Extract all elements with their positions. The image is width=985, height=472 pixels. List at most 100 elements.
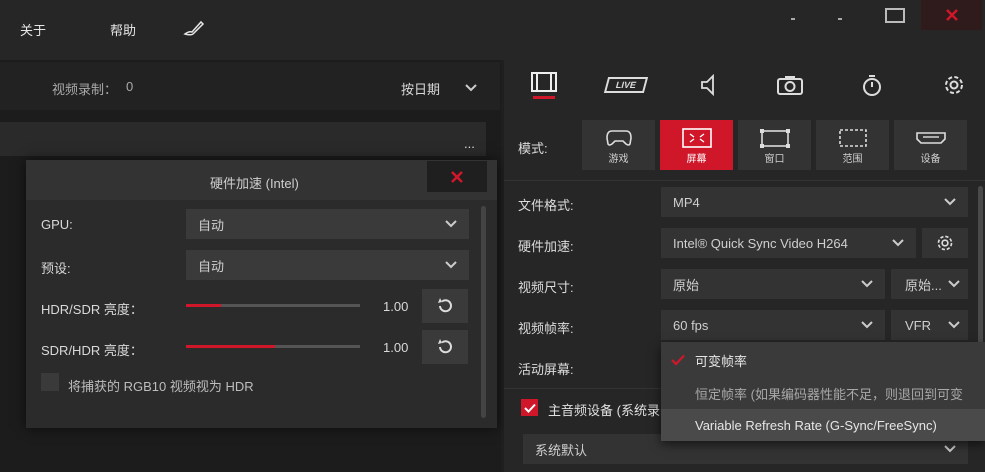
size-scale-select[interactable]: 原始... [891,269,968,299]
chevron-down-icon [944,445,956,453]
chevron-down-icon [892,239,904,247]
chevron-down-icon[interactable] [465,81,477,96]
minimize-button[interactable] [773,0,813,30]
close-icon [945,9,958,21]
more-button[interactable]: ... [464,136,475,151]
chevron-down-icon [445,220,457,228]
hdr-sdr-label: HDR/SDR 亮度： [41,302,143,317]
hwaccel-value: Intel® Quick Sync Video H264 [673,235,848,251]
hwaccel-settings-button[interactable] [922,228,968,258]
mode-label: 模式: [518,141,548,156]
sdr-hdr-slider[interactable] [186,345,360,348]
minimize-icon [791,18,795,20]
fps-mode-select[interactable]: VFR [891,310,968,340]
fps-select[interactable]: 60 fps [661,310,885,340]
camera-icon [777,76,803,95]
brush-icon[interactable] [183,19,205,40]
sdr-hdr-slider-fill [186,345,275,348]
speaker-icon [701,74,714,96]
fps-label: 视频帧率: [518,321,574,336]
close-button[interactable] [921,0,982,30]
hdr-sdr-value: 1.00 [383,299,409,314]
hwaccel-label: 硬件加速: [518,239,574,254]
film-icon [531,72,557,92]
format-select[interactable]: MP4 [661,187,968,217]
rgb10-label: 将捕获的 RGB10 视频视为 HDR [68,379,254,394]
dialog-scrollbar[interactable] [481,206,486,418]
divider [504,180,985,181]
dropdown-item-label: Variable Refresh Rate (G-Sync/FreeSync) [695,417,937,433]
size-select[interactable]: 原始 [661,269,885,299]
hdmi-icon [915,131,946,144]
tab-live[interactable]: LIVE [586,62,666,108]
size-label: 视频尺寸: [518,280,574,295]
chevron-down-icon [948,321,960,329]
mode-area-button[interactable]: 范围 [816,120,889,170]
chevron-down-icon [861,280,873,288]
reset-icon [438,298,452,313]
reset-icon [438,339,452,354]
window-icon [759,128,790,148]
menu-about[interactable]: 关于 [20,20,46,39]
sort-dropdown[interactable]: 按日期 [401,79,440,98]
gpu-select[interactable]: 自动 [186,209,469,239]
dialog-title: 硬件加速 (Intel) [210,176,299,191]
mode-screen-button[interactable]: 屏幕 [660,120,733,170]
preset-select-value: 自动 [198,258,225,274]
dialog-close-button[interactable] [427,161,487,192]
sdr-hdr-label: SDR/HDR 亮度： [41,343,143,358]
format-label: 文件格式: [518,198,574,213]
tab-timer[interactable] [832,62,912,108]
check-icon [523,403,536,413]
chevron-down-icon [861,321,873,329]
recording-item-bar[interactable] [0,122,486,156]
fps-mode-dropdown: 可变帧率 恒定帧率 (如果编码器性能不足，则退回到可变 Variable Ref… [661,342,985,441]
recording-count: 0 [126,79,134,94]
hdr-sdr-slider-fill [186,304,221,307]
dropdown-item-label: 恒定帧率 (如果编码器性能不足，则退回到可变 [695,386,963,402]
active-tab-indicator [533,96,555,99]
screen-icon [681,127,712,148]
dropdown-item-cfr[interactable]: 恒定帧率 (如果编码器性能不足，则退回到可变 [661,377,985,409]
chevron-down-icon [445,261,457,269]
sdr-hdr-value: 1.00 [383,340,409,355]
mode-window-button[interactable]: 窗口 [738,120,811,170]
dropdown-item-label: 可变帧率 [695,353,748,369]
dropdown-item-vrr[interactable]: Variable Refresh Rate (G-Sync/FreeSync) [661,409,985,441]
dash-icon [838,18,842,20]
tab-audio[interactable] [668,62,748,108]
hdr-sdr-slider[interactable] [186,304,360,307]
hdr-sdr-reset-button[interactable] [422,289,468,323]
mode-game-button[interactable]: 游戏 [582,120,655,170]
restore-button[interactable] [820,0,860,30]
rgb10-checkbox[interactable] [41,373,59,391]
tab-screenshot[interactable] [750,62,830,108]
tab-video[interactable] [504,62,584,108]
chevron-down-icon [948,280,960,288]
sdr-hdr-reset-button[interactable] [422,330,468,364]
preset-select[interactable]: 自动 [186,250,469,280]
mode-screen-label: 屏幕 [686,153,707,165]
hwaccel-select[interactable]: Intel® Quick Sync Video H264 [661,228,916,258]
maximize-icon [885,7,905,23]
timer-icon [863,75,881,96]
menu-help[interactable]: 帮助 [110,20,136,39]
mode-device-button[interactable]: 设备 [894,120,967,170]
format-value: MP4 [673,194,700,210]
fps-value: 60 fps [673,317,709,333]
audio-device-label: 主音频设备 (系统录 [548,403,660,418]
area-icon [838,128,867,147]
recording-count-label: 视频录制： [52,82,118,97]
gear-icon [945,76,963,94]
gpu-label: GPU: [41,217,73,232]
maximize-button[interactable] [876,0,914,30]
dropdown-item-vfr[interactable]: 可变帧率 [661,344,985,376]
size-scale-value: 原始... [905,277,942,293]
mode-game-label: 游戏 [608,153,629,165]
close-icon [451,170,463,183]
check-icon [671,354,685,366]
tab-settings[interactable] [914,62,985,108]
size-value: 原始 [673,277,700,293]
audio-device-checkbox[interactable] [521,399,538,416]
mode-area-label: 范围 [842,153,863,165]
